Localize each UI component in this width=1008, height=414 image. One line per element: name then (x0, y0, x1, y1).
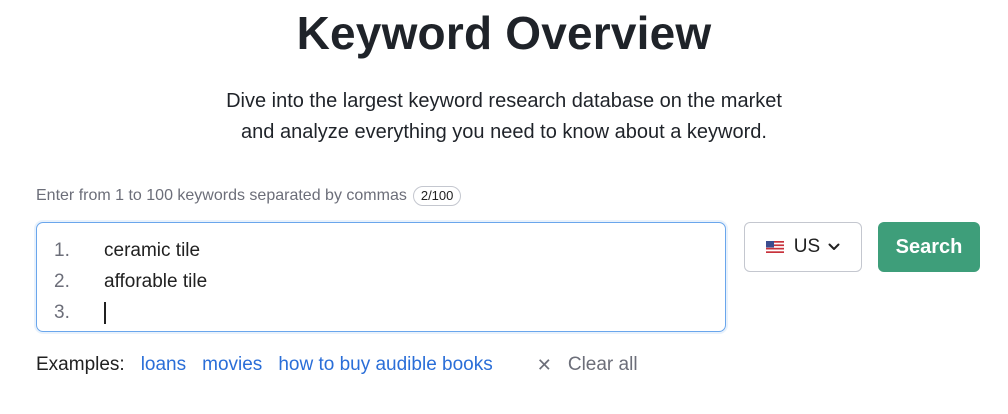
keyword-hint-row: Enter from 1 to 100 keywords separated b… (36, 186, 462, 206)
search-button[interactable]: Search (878, 222, 980, 272)
keyword-line-number: 1. (54, 239, 70, 261)
page-subtitle: Dive into the largest keyword research d… (0, 86, 1008, 148)
page-title: Keyword Overview (296, 7, 712, 59)
country-select-value: US (793, 236, 821, 257)
clear-all-button[interactable]: ✕ Clear all (537, 354, 638, 376)
keyword-line-number: 3. (54, 301, 70, 323)
examples-row: Examples: loans movies how to buy audibl… (36, 354, 638, 376)
keyword-line[interactable]: 2. afforable tile (37, 266, 725, 297)
subtitle-line-1: Dive into the largest keyword research d… (226, 90, 782, 112)
example-link-movies[interactable]: movies (202, 354, 262, 376)
keyword-count-badge: 2/100 (412, 186, 462, 206)
country-select[interactable]: US (744, 222, 862, 272)
examples-label: Examples: (36, 354, 125, 375)
clear-all-label: Clear all (567, 354, 638, 375)
text-caret (104, 301, 106, 324)
keyword-line-number: 2. (54, 270, 70, 292)
keyword-input-area[interactable]: 1. ceramic tile 2. afforable tile 3. (36, 222, 726, 332)
us-flag-icon (765, 241, 784, 253)
example-link-audible-books[interactable]: how to buy audible books (278, 354, 492, 376)
keyword-line-text[interactable]: afforable tile (89, 271, 207, 293)
keyword-overview-page: Keyword Overview Dive into the largest k… (0, 0, 1008, 414)
close-icon: ✕ (536, 354, 552, 375)
chevron-down-icon (828, 243, 840, 250)
keyword-line[interactable]: 1. ceramic tile (37, 235, 725, 266)
keyword-hint-text: Enter from 1 to 100 keywords separated b… (36, 187, 407, 204)
keyword-line[interactable]: 3. (37, 297, 725, 328)
keyword-line-text[interactable]: ceramic tile (89, 240, 200, 262)
example-link-loans[interactable]: loans (141, 354, 186, 376)
subtitle-line-2: and analyze everything you need to know … (241, 121, 767, 143)
